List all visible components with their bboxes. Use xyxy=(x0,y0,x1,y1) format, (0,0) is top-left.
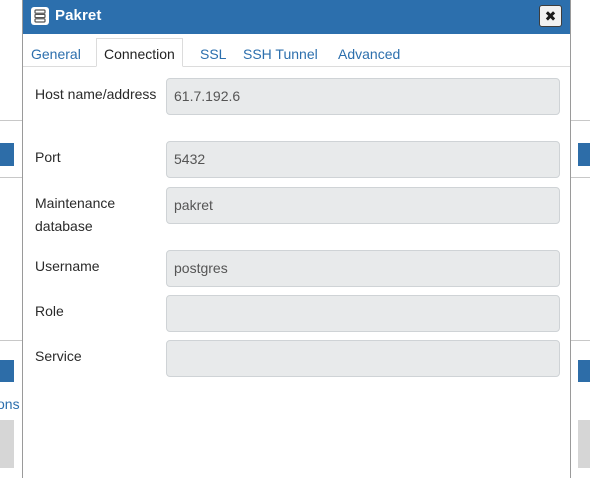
bg-divider xyxy=(0,177,22,178)
tab-general[interactable]: General xyxy=(31,38,81,67)
close-icon: ✖ xyxy=(544,8,557,24)
bg-footer xyxy=(0,420,14,468)
bg-link-text[interactable]: ons xyxy=(0,396,20,412)
tab-ssl[interactable]: SSL xyxy=(200,38,226,67)
tab-ssh-tunnel[interactable]: SSH Tunnel xyxy=(243,38,318,67)
maintenance-db-label: Maintenance database xyxy=(35,195,116,234)
bg-selected-row xyxy=(0,143,14,166)
host-input[interactable]: 61.7.192.6 xyxy=(166,78,560,115)
dialog-titlebar[interactable]: Pakret ✖ xyxy=(23,0,570,34)
dialog-scrollbar[interactable] xyxy=(572,34,590,478)
bg-divider xyxy=(0,120,22,121)
port-input[interactable]: 5432 xyxy=(166,141,560,178)
tab-advanced[interactable]: Advanced xyxy=(338,38,400,67)
role-label: Role xyxy=(35,303,64,319)
tab-bar: General Connection SSL SSH Tunnel Advanc… xyxy=(23,38,570,67)
tab-connection[interactable]: Connection xyxy=(96,38,183,67)
port-label: Port xyxy=(35,149,61,165)
server-dialog: Pakret ✖ General Connection SSL SSH Tunn… xyxy=(22,0,571,478)
host-label: Host name/address xyxy=(35,86,157,102)
service-label: Service xyxy=(35,348,82,364)
close-button[interactable]: ✖ xyxy=(539,5,562,27)
role-input[interactable] xyxy=(166,295,560,332)
bg-divider xyxy=(0,340,22,341)
service-input[interactable] xyxy=(166,340,560,377)
dialog-title: Pakret xyxy=(55,7,102,24)
username-input[interactable]: postgres xyxy=(166,250,560,287)
bg-selected-row xyxy=(0,360,14,382)
maintenance-db-input[interactable]: pakret xyxy=(166,187,560,224)
server-icon xyxy=(31,7,49,25)
username-label: Username xyxy=(35,258,100,274)
